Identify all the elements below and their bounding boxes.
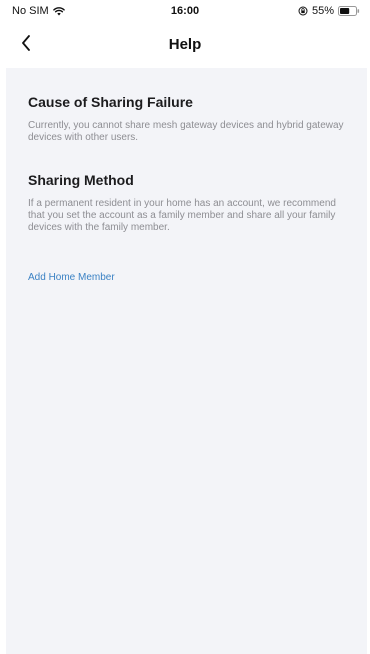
section-title: Cause of Sharing Failure bbox=[28, 94, 193, 110]
section-sharing-failure: Cause of Sharing Failure Currently, you … bbox=[28, 94, 347, 144]
lock-rotation-icon bbox=[298, 6, 308, 16]
section-body: If a permanent resident in your home has… bbox=[28, 198, 336, 233]
section-body: Currently, you cannot share mesh gateway… bbox=[28, 120, 344, 143]
battery-icon bbox=[338, 6, 360, 16]
nav-bar: Help bbox=[0, 28, 370, 64]
status-right: 55% bbox=[298, 5, 360, 17]
status-bar: No SIM 16:00 55% bbox=[0, 0, 370, 24]
page-title: Help bbox=[168, 36, 202, 53]
add-home-member-link[interactable]: Add Home Member bbox=[28, 272, 115, 283]
section-sharing-method: Sharing Method If a permanent resident i… bbox=[28, 172, 347, 234]
help-content: Cause of Sharing Failure Currently, you … bbox=[6, 68, 367, 654]
battery-percent: 55% bbox=[311, 5, 334, 17]
section-title: Sharing Method bbox=[28, 172, 134, 188]
